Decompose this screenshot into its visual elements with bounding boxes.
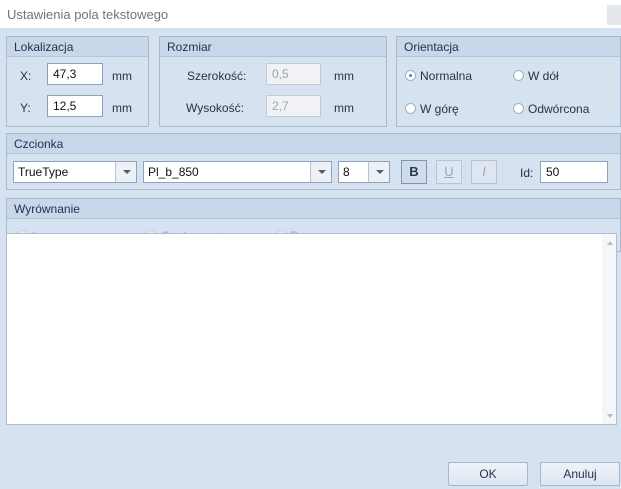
y-label: Y: [20, 101, 31, 115]
font-id-label: Id: [520, 166, 534, 180]
ok-button[interactable]: OK [448, 462, 528, 486]
size-header: Rozmiar [160, 37, 386, 57]
location-header: Lokalizacja [7, 37, 148, 57]
font-name-combo[interactable]: Pl_b_850 [143, 161, 332, 183]
width-unit: mm [334, 69, 354, 83]
width-label: Szerokość: [187, 69, 247, 83]
font-name-value: Pl_b_850 [148, 165, 199, 179]
width-input[interactable]: 0,5 [266, 63, 321, 85]
font-header: Czcionka [7, 134, 620, 154]
radio-icon [405, 70, 416, 81]
font-size-combo[interactable]: 8 [338, 161, 390, 183]
alignment-header: Wyrównanie [7, 199, 620, 219]
height-input[interactable]: 2,7 [266, 95, 321, 117]
orientation-header: Orientacja [397, 37, 620, 57]
y-input[interactable]: 12,5 [47, 95, 103, 117]
font-style-buttons: B U I [401, 160, 501, 184]
radio-icon [405, 103, 416, 114]
y-unit: mm [112, 101, 132, 115]
scroll-up-arrow-icon[interactable] [607, 241, 613, 245]
font-id-input[interactable]: 50 [540, 161, 608, 183]
height-label: Wysokość: [186, 101, 244, 115]
font-type-combo[interactable]: TrueType [13, 161, 137, 183]
scroll-down-arrow-icon[interactable] [607, 414, 613, 418]
radio-icon [513, 70, 524, 81]
combo-arrow-icon[interactable] [368, 162, 389, 182]
height-unit: mm [334, 101, 354, 115]
window-title: Ustawienia pola tekstowego [7, 7, 169, 22]
cancel-button[interactable]: Anuluj [540, 462, 620, 486]
orientation-up-label: W górę [420, 102, 459, 116]
x-unit: mm [112, 69, 132, 83]
orientation-normal-label: Normalna [420, 69, 473, 83]
orientation-reversed-label: Odwórcona [528, 102, 590, 116]
radio-icon [513, 103, 524, 114]
combo-arrow-icon[interactable] [115, 162, 136, 182]
bold-button[interactable]: B [401, 160, 427, 184]
close-button[interactable] [607, 5, 621, 25]
x-label: X: [20, 69, 32, 83]
orientation-down-label: W dół [528, 69, 559, 83]
underline-button[interactable]: U [436, 160, 462, 184]
combo-arrow-icon[interactable] [310, 162, 331, 182]
font-type-value: TrueType [18, 165, 69, 179]
title-bar: Ustawienia pola tekstowego [0, 0, 621, 28]
vertical-scrollbar[interactable] [602, 234, 616, 424]
x-input[interactable]: 47,3 [47, 63, 103, 85]
italic-button[interactable]: I [471, 160, 497, 184]
font-size-value: 8 [343, 165, 350, 179]
text-content-area[interactable] [6, 233, 617, 425]
